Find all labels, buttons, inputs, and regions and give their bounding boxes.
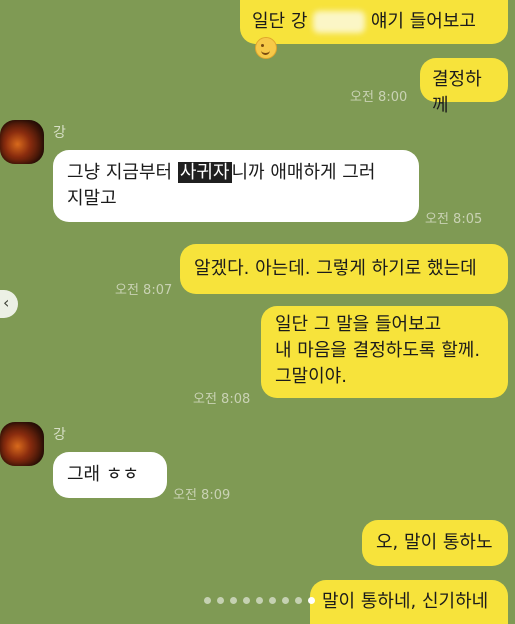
- message-bubble-me[interactable]: 결정하께: [420, 58, 508, 116]
- message-bubble-them[interactable]: 그냥 지금부터 사귀자 니까 애매하게 그러 지말고: [53, 150, 419, 222]
- sender-name: 강: [53, 427, 66, 443]
- page-dot[interactable]: [282, 597, 289, 604]
- message-bubble-me[interactable]: 일단 그 말을 들어보고 내 마음을 결정하도록 할께. 그말이야.: [261, 306, 508, 398]
- avatar[interactable]: [0, 120, 44, 164]
- message-bubble-me[interactable]: 알겠다. 아는데. 그렇게 하기로 했는데: [180, 244, 508, 294]
- redacted-name: [313, 11, 366, 33]
- message-text: 지말고: [67, 188, 117, 209]
- message-text: 오, 말이 통하노: [376, 532, 493, 553]
- page-dot[interactable]: [295, 597, 302, 604]
- winking-smiley-emoji: [255, 37, 277, 59]
- timestamp: 오전 8:09: [173, 488, 231, 503]
- message-bubble-them[interactable]: 그래 ㅎㅎ: [53, 452, 167, 498]
- message-text: 일단 강: [252, 11, 308, 32]
- message-text: 말이 통하네, 신기하네: [322, 591, 489, 612]
- page-dot[interactable]: [230, 597, 237, 604]
- message-text: 얘기 들어보고: [370, 11, 476, 32]
- message-text: 결정하께: [432, 69, 482, 116]
- message-bubble-me[interactable]: 오, 말이 통하노: [362, 520, 508, 566]
- page-dot[interactable]: [217, 597, 224, 604]
- prev-page-button[interactable]: ‹: [0, 290, 18, 318]
- message-text: 그냥 지금부터: [67, 162, 178, 183]
- message-text: 그래 ㅎㅎ: [67, 464, 139, 485]
- page-dot[interactable]: [256, 597, 263, 604]
- timestamp: 오전 8:00: [350, 90, 408, 105]
- message-text: 니까 애매하게 그러: [231, 162, 376, 183]
- message-bubble-me[interactable]: 말이 통하네, 신기하네: [310, 580, 508, 624]
- timestamp: 오전 8:08: [193, 392, 251, 407]
- message-text: 알겠다. 아는데. 그렇게 하기로 했는데: [194, 258, 477, 279]
- timestamp: 오전 8:05: [425, 212, 483, 227]
- timestamp: 오전 8:07: [115, 283, 173, 298]
- message-text: 내 마음을 결정하도록 할께.: [275, 340, 481, 361]
- message-text: 일단 그 말을 들어보고: [275, 314, 442, 335]
- highlighted-text: 사귀자: [177, 162, 232, 183]
- page-indicator: [204, 597, 315, 604]
- page-dot[interactable]: [269, 597, 276, 604]
- page-dot[interactable]: [308, 597, 315, 604]
- message-bubble-me[interactable]: 일단 강 얘기 들어보고: [240, 0, 508, 59]
- chevron-left-icon: ‹: [3, 293, 10, 312]
- message-text: 그말이야.: [275, 366, 347, 387]
- page-dot[interactable]: [243, 597, 250, 604]
- sender-name: 강: [53, 125, 66, 141]
- page-dot[interactable]: [204, 597, 211, 604]
- avatar[interactable]: [0, 422, 44, 466]
